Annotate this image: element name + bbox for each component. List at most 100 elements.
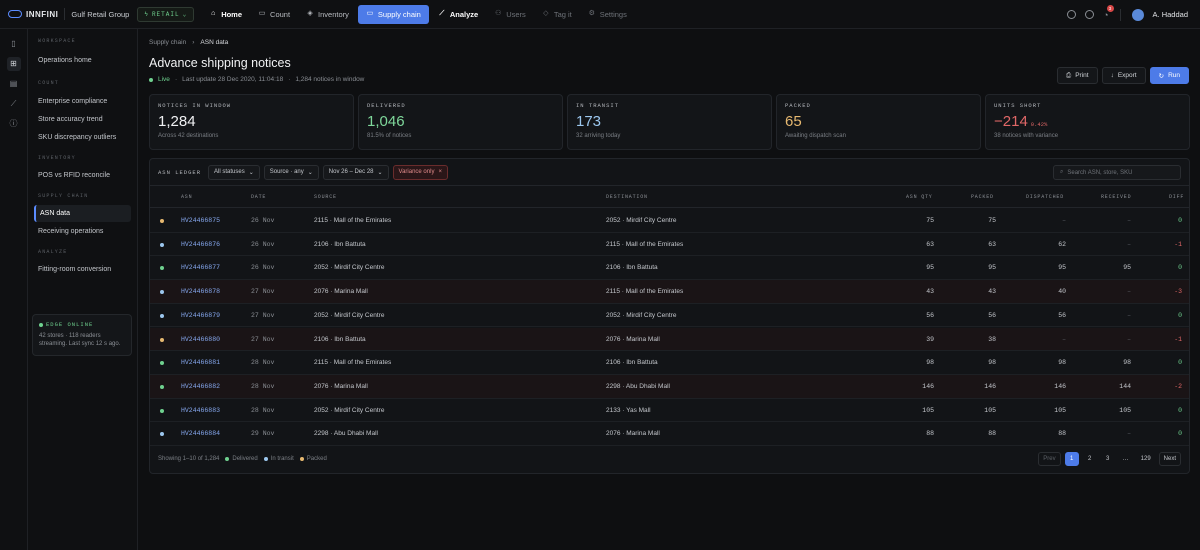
source-filter[interactable]: Source · any ⌄ bbox=[263, 164, 319, 180]
search-input[interactable]: ⌕ Search ASN, store, SKU bbox=[1053, 165, 1181, 180]
sidebar-item-pos-rfid[interactable]: POS vs RFID reconcile bbox=[34, 167, 131, 184]
prev-page-button[interactable]: Prev bbox=[1038, 452, 1061, 466]
document-icon[interactable]: ▤ bbox=[7, 77, 21, 91]
kpi-suffix: 0.42% bbox=[1030, 121, 1048, 128]
status-dot bbox=[160, 242, 164, 247]
table-row[interactable]: HV24466884 29 Nov 2298 · Abu Dhabi Mall 207… bbox=[150, 422, 1189, 446]
asn-link[interactable]: HV24466876 bbox=[181, 241, 220, 248]
sidebar-item-operations-home[interactable]: Operations home bbox=[34, 52, 131, 69]
asn-link[interactable]: HV24466878 bbox=[181, 288, 220, 295]
sidebar-item-enterprise-compliance[interactable]: Enterprise compliance bbox=[34, 93, 131, 110]
cell-dispatched: 62 bbox=[1058, 240, 1066, 248]
legend-dot bbox=[299, 457, 304, 461]
asn-link[interactable]: HV24466877 bbox=[181, 264, 220, 271]
cell-date: 28 Nov bbox=[251, 359, 275, 367]
cell-asn-qty: 63 bbox=[926, 240, 934, 248]
kpi-card[interactable]: UNITS SHORT −214 0.42% 38 notices with vari… bbox=[985, 94, 1190, 150]
panel-toggle-icon[interactable]: ▯ bbox=[7, 37, 21, 51]
sidebar-item-store-accuracy-trend[interactable]: Store accuracy trend bbox=[34, 111, 131, 128]
search-icon[interactable] bbox=[1067, 10, 1077, 19]
nav-count[interactable]: ▭ Count bbox=[251, 5, 297, 24]
page-3-button[interactable]: 3 bbox=[1101, 452, 1115, 466]
asn-link[interactable]: HV24466883 bbox=[181, 407, 220, 414]
cell-received: – bbox=[1127, 240, 1131, 248]
page-129-button[interactable]: 129 bbox=[1137, 452, 1155, 466]
nav-settings[interactable]: ⚙ Settings bbox=[581, 5, 634, 24]
export-button[interactable]: ↓ Export bbox=[1101, 67, 1146, 84]
table-row[interactable]: HV24466882 28 Nov 2076 · Marina Mall 2298 ·… bbox=[150, 374, 1189, 399]
edge-status-card: EDGE ONLINE 42 stores · 118 readers stre… bbox=[32, 314, 132, 356]
table-row[interactable]: HV24466881 28 Nov 2115 · Mall of the Emira… bbox=[150, 351, 1189, 375]
table-row[interactable]: HV24466876 26 Nov 2106 · Ibn Battuta 2115 ·… bbox=[150, 233, 1189, 257]
section-label: INVENTORY bbox=[38, 155, 76, 161]
table-row[interactable]: HV24466875 26 Nov 2115 · Mall of the Emira… bbox=[150, 209, 1189, 233]
kpi-card[interactable]: IN TRANSIT 173 32 arriving today bbox=[567, 94, 772, 150]
run-button[interactable]: ↻ Run bbox=[1149, 67, 1189, 84]
kpi-label: PACKED bbox=[785, 102, 811, 109]
table-row[interactable]: HV24466879 27 Nov 2052 · Mirdif City Centr… bbox=[150, 304, 1189, 328]
cell-destination: 2298 · Abu Dhabi Mall bbox=[606, 382, 670, 390]
sidebar-item-asn-data[interactable]: ASN data bbox=[34, 205, 131, 222]
cell-packed: 88 bbox=[988, 430, 996, 438]
col-dispatched[interactable]: DISPATCHED bbox=[1026, 194, 1064, 200]
kpi-card[interactable]: DELIVERED 1,046 81.5% of notices bbox=[358, 94, 563, 150]
kpi-card[interactable]: NOTICES IN WINDOW 1,284 Across 42 destinat… bbox=[149, 94, 354, 150]
sidebar-item-sku-discrepancy[interactable]: SKU discrepancy outliers bbox=[34, 129, 131, 146]
cell-diff: 0 bbox=[1178, 359, 1182, 367]
table-row[interactable]: HV24466877 26 Nov 2052 · Mirdif City Centr… bbox=[150, 256, 1189, 281]
help-icon[interactable] bbox=[1085, 10, 1095, 19]
nav-inventory[interactable]: ◈ Inventory bbox=[299, 5, 356, 24]
next-page-button[interactable]: Next bbox=[1158, 452, 1181, 466]
table-row[interactable]: HV24466880 27 Nov 2106 · Ibn Battuta 2076 ·… bbox=[150, 327, 1189, 352]
asn-link[interactable]: HV24466875 bbox=[181, 217, 220, 224]
trend-icon[interactable]: ⟋ bbox=[7, 97, 21, 111]
meta-separator: · bbox=[174, 76, 178, 83]
nav-users[interactable]: ⚇ Users bbox=[487, 5, 533, 24]
asn-link[interactable]: HV24466880 bbox=[181, 336, 220, 343]
table-row[interactable]: HV24466883 28 Nov 2052 · Mirdif City Centr… bbox=[150, 399, 1189, 423]
col-packed[interactable]: PACKED bbox=[971, 194, 994, 200]
cell-asn-qty: 39 bbox=[926, 335, 934, 343]
notifications-button[interactable]: ◔ 3 bbox=[1103, 4, 1114, 20]
nav-analyze[interactable]: ⟋ Analyze bbox=[431, 5, 485, 24]
dashboard-icon[interactable]: ⊞ bbox=[6, 57, 21, 71]
status-dot bbox=[160, 313, 164, 318]
status-filter[interactable]: All statuses ⌄ bbox=[208, 164, 260, 180]
sidebar-item-receiving[interactable]: Receiving operations bbox=[34, 223, 131, 240]
cell-destination: 2133 · Yas Mall bbox=[606, 406, 651, 414]
col-received[interactable]: RECEIVED bbox=[1101, 194, 1131, 200]
avatar[interactable] bbox=[1131, 8, 1144, 21]
status-dot bbox=[160, 337, 164, 342]
printer-icon: ⎙ bbox=[1065, 71, 1072, 79]
logo[interactable]: INNFINI bbox=[8, 10, 58, 19]
nav-supply-chain[interactable]: ▭ Supply chain bbox=[357, 4, 429, 24]
asn-link[interactable]: HV24466879 bbox=[181, 312, 220, 319]
kpi-card[interactable]: PACKED 65 Awaiting dispatch scan bbox=[776, 94, 981, 150]
sidebar-item-fitting-room[interactable]: Fitting-room conversion bbox=[34, 261, 131, 278]
col-asn[interactable]: ASN bbox=[181, 194, 192, 200]
col-date[interactable]: DATE bbox=[251, 194, 266, 200]
page-2-button[interactable]: 2 bbox=[1083, 452, 1097, 466]
print-button[interactable]: ⎙ Print bbox=[1056, 67, 1098, 84]
page-1-button[interactable]: 1 bbox=[1064, 452, 1079, 466]
nav-tag-it[interactable]: ◇ Tag it bbox=[535, 5, 579, 24]
col-source[interactable]: SOURCE bbox=[314, 194, 337, 200]
col-asn-qty[interactable]: ASN QTY bbox=[906, 194, 933, 200]
info-icon[interactable]: ⓘ bbox=[7, 117, 21, 131]
user-name[interactable]: A. Haddad bbox=[1153, 10, 1188, 19]
asn-link[interactable]: HV24466882 bbox=[181, 383, 220, 390]
cell-asn-qty: 43 bbox=[926, 288, 934, 296]
cell-received: – bbox=[1127, 335, 1131, 343]
asn-link[interactable]: HV24466881 bbox=[181, 359, 220, 366]
nav-home[interactable]: ⌂ Home bbox=[202, 5, 249, 24]
table-row[interactable]: HV24466878 27 Nov 2076 · Marina Mall 2115 ·… bbox=[150, 280, 1189, 304]
last-update: Last update 28 Dec 2020, 11:04:18 bbox=[182, 76, 284, 83]
col-diff[interactable]: DIFF bbox=[1169, 194, 1184, 200]
variance-filter-chip[interactable]: Variance only × bbox=[392, 164, 448, 180]
col-destination[interactable]: DESTINATION bbox=[606, 194, 648, 200]
date-filter[interactable]: Nov 26 – Dec 28 ⌄ bbox=[322, 164, 389, 180]
mode-selector[interactable]: ϟ RETAIL ⌄ bbox=[137, 6, 195, 22]
asn-link[interactable]: HV24466884 bbox=[181, 430, 220, 437]
breadcrumb-parent[interactable]: Supply chain bbox=[149, 39, 186, 46]
close-icon[interactable]: × bbox=[438, 169, 442, 175]
